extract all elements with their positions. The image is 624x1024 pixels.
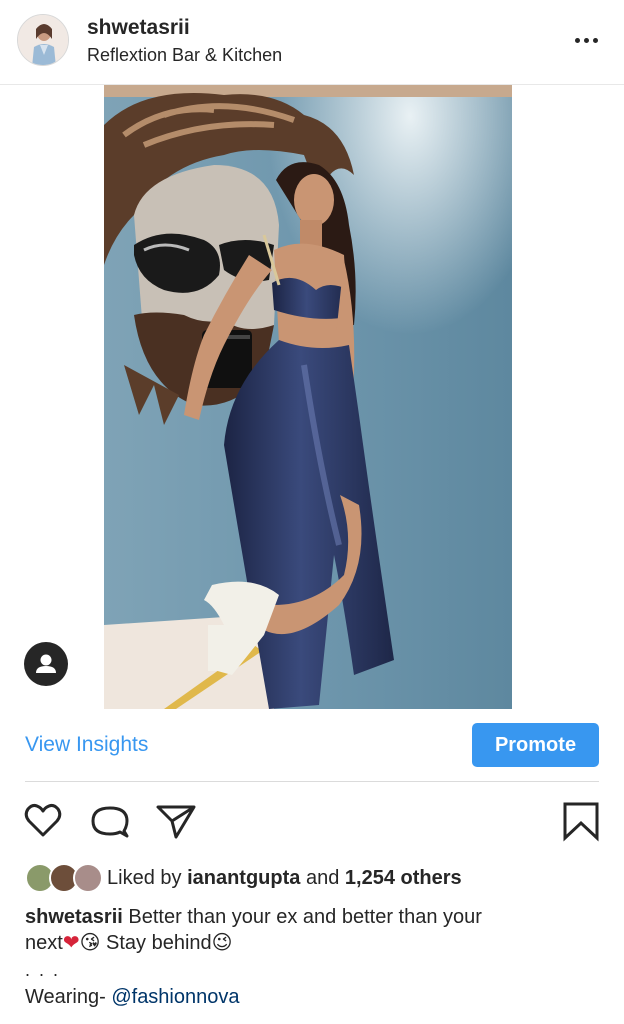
profile-avatar[interactable] — [17, 14, 69, 66]
heart-icon[interactable] — [22, 800, 64, 842]
caption-text: Better than your ex and better than your — [122, 906, 482, 928]
caption-wearing: Wearing- @fashionnova — [25, 986, 240, 1009]
post-location[interactable]: Reflextion Bar & Kitchen — [87, 45, 282, 66]
post-photo — [104, 85, 512, 709]
caption-username[interactable]: shwetasrii — [25, 906, 123, 928]
post-username[interactable]: shwetasrii — [87, 16, 190, 40]
likes-middle: and — [300, 866, 345, 889]
user-tag-icon[interactable] — [24, 642, 68, 686]
user-glyph — [36, 654, 56, 673]
mention-link[interactable]: @fashionnova — [111, 986, 239, 1008]
kiss-emoji: 😘 — [79, 932, 101, 954]
avatar-image — [18, 15, 68, 65]
photo-illustration — [104, 85, 512, 709]
liker-avatars — [25, 863, 103, 893]
view-insights-link[interactable]: View Insights — [25, 733, 148, 757]
post-caption: shwetasrii Better than your ex and bette… — [25, 904, 605, 956]
likes-prefix: Liked by — [107, 866, 188, 889]
more-dot — [592, 37, 598, 43]
liker-avatar — [73, 863, 103, 893]
likes-user[interactable]: ianantgupta — [187, 867, 300, 889]
wearing-label: Wearing- — [25, 986, 112, 1008]
likes-count[interactable]: 1,254 others — [345, 867, 462, 889]
heart-emoji: ❤ — [62, 932, 80, 954]
caption-ellipsis: . . . — [25, 960, 61, 980]
more-dot — [583, 37, 589, 43]
caption-stay: Stay behind — [100, 932, 212, 954]
likes-summary[interactable]: Liked by ianantgupta and 1,254 others — [25, 862, 462, 894]
comment-icon[interactable] — [89, 800, 131, 842]
divider — [25, 781, 599, 782]
likes-text: Liked by ianantgupta and 1,254 others — [107, 867, 462, 890]
caption-next: next — [25, 932, 63, 954]
promote-button[interactable]: Promote — [472, 723, 599, 767]
bookmark-icon[interactable] — [560, 800, 602, 842]
send-icon[interactable] — [155, 800, 197, 842]
wink-emoji: 😉 — [211, 932, 233, 954]
post-header: shwetasrii Reflextion Bar & Kitchen — [0, 0, 624, 85]
more-dot — [574, 37, 580, 43]
more-horizontal-icon[interactable] — [566, 30, 606, 50]
post-media[interactable] — [0, 85, 624, 709]
